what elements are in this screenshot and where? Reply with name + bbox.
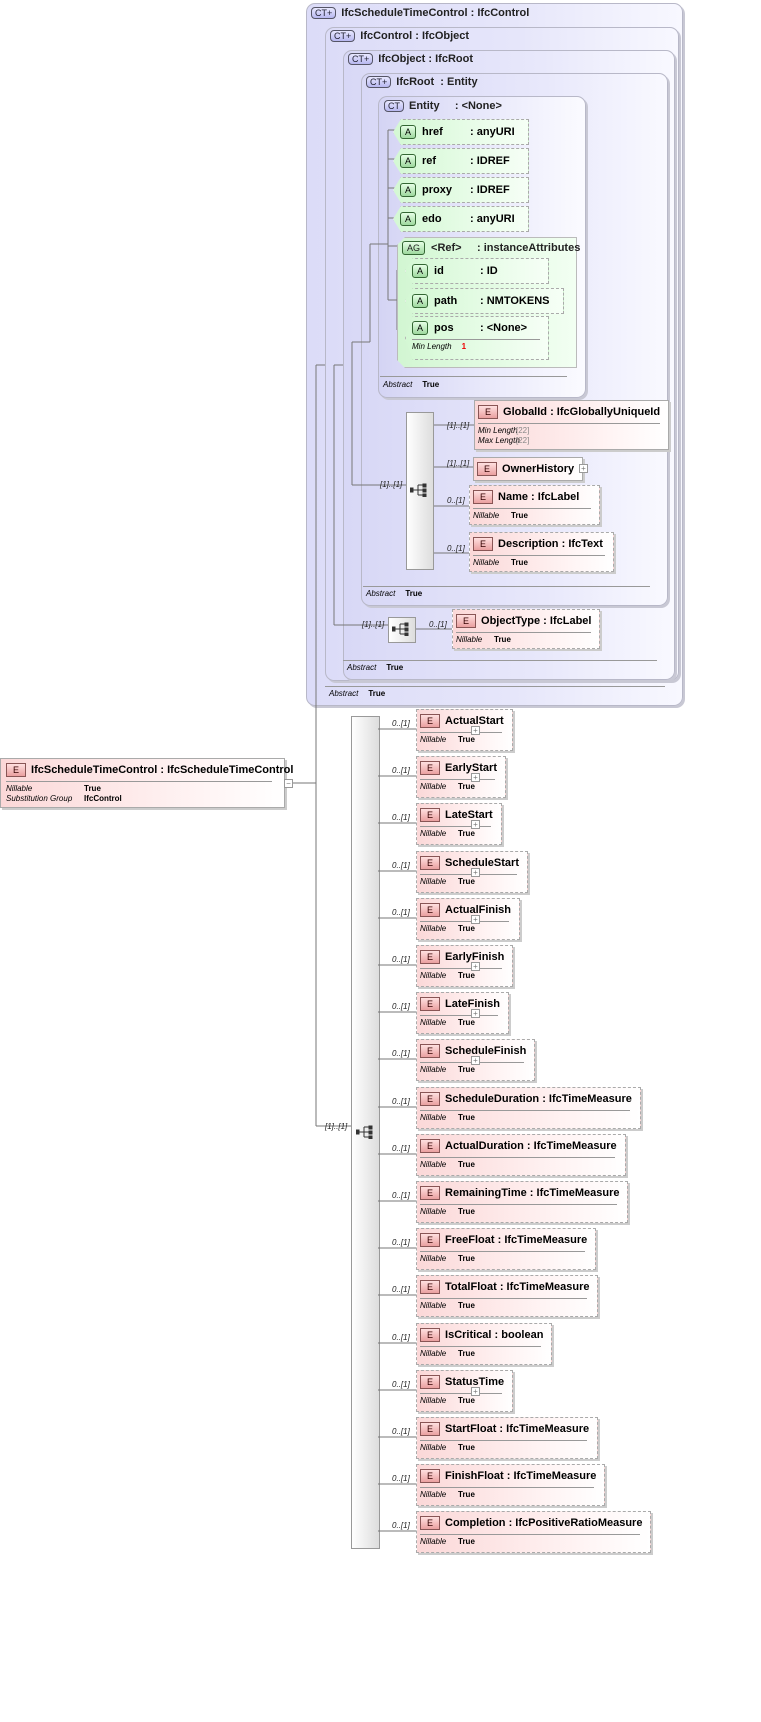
element-latestart[interactable]: E LateStart Nillable True	[416, 803, 502, 845]
element-actualstart[interactable]: E ActualStart Nillable True	[416, 709, 513, 751]
element-icon: E	[420, 1422, 441, 1437]
element-remainingtime[interactable]: E RemainingTime : IfcTimeMeasure Nillable T…	[416, 1181, 629, 1223]
element-iscritical[interactable]: E IsCritical : boolean Nillable True	[416, 1323, 553, 1365]
expand-toggle-icon[interactable]: +	[471, 773, 480, 782]
element-icon: E	[420, 1233, 441, 1248]
expand-toggle-icon[interactable]: +	[471, 868, 480, 877]
element-icon: E	[420, 1044, 441, 1059]
element-icon: E	[420, 1375, 441, 1390]
element-icon: E	[420, 1469, 441, 1484]
element-earlystart[interactable]: E EarlyStart Nillable True	[416, 756, 506, 798]
abstract-property: Abstract True	[347, 663, 404, 672]
cardinality-label: 0..[1]	[392, 1474, 410, 1483]
cardinality-label: 0..[1]	[392, 908, 410, 917]
element-totalfloat[interactable]: E TotalFloat : IfcTimeMeasure Nillable True	[416, 1275, 599, 1317]
element-actualfinish[interactable]: E ActualFinish Nillable True	[416, 898, 521, 940]
element-icon: E	[420, 1280, 441, 1295]
cardinality-label: 0..[1]	[392, 1191, 410, 1200]
element-freefloat[interactable]: E FreeFloat : IfcTimeMeasure Nillable True	[416, 1228, 597, 1270]
element-icon: E	[420, 714, 441, 729]
element-icon: E	[420, 903, 441, 918]
element-statustime[interactable]: E StatusTime Nillable True	[416, 1370, 514, 1412]
element-icon: E	[420, 1139, 441, 1154]
cardinality-label: 0..[1]	[392, 766, 410, 775]
root-element-ifcscheduletimecontrol[interactable]: E IfcScheduleTimeControl : IfcScheduleTim…	[0, 758, 293, 808]
sequence-connector-lines	[378, 728, 416, 1532]
collapse-toggle-icon[interactable]: −	[284, 779, 293, 788]
cardinality-label: 0..[1]	[392, 1521, 410, 1530]
element-startfloat[interactable]: E StartFloat : IfcTimeMeasure Nillable True	[416, 1417, 599, 1459]
cardinality-label: 0..[1]	[392, 1427, 410, 1436]
cardinality-label: 0..[1]	[392, 1049, 410, 1058]
cardinality-label: 0..[1]	[392, 861, 410, 870]
expand-toggle-icon[interactable]: +	[471, 962, 480, 971]
abstract-property: Abstract True	[329, 689, 386, 698]
cardinality-label: 0..[1]	[392, 1333, 410, 1342]
element-actualduration[interactable]: E ActualDuration : IfcTimeMeasure Nillable…	[416, 1134, 626, 1176]
cardinality-label: 0..[1]	[392, 1144, 410, 1153]
expand-toggle-icon[interactable]: +	[471, 1056, 480, 1065]
cardinality-label: 0..[1]	[392, 1238, 410, 1247]
element-icon: E	[420, 1516, 441, 1531]
element-completion[interactable]: E Completion : IfcPositiveRatioMeasure Nil…	[416, 1511, 652, 1553]
expand-toggle-icon[interactable]: +	[471, 726, 480, 735]
element-scheduleduration[interactable]: E ScheduleDuration : IfcTimeMeasure Nillab…	[416, 1087, 641, 1129]
abstract-property: Abstract True	[383, 380, 440, 389]
abstract-property: Abstract True	[366, 589, 423, 598]
cardinality-label: 0..[1]	[392, 1002, 410, 1011]
element-icon: E	[6, 763, 27, 778]
element-latefinish[interactable]: E LateFinish Nillable True	[416, 992, 510, 1034]
cardinality-label: 0..[1]	[392, 1380, 410, 1389]
element-icon: E	[420, 950, 441, 965]
element-icon: E	[420, 1092, 441, 1107]
expand-toggle-icon[interactable]: +	[471, 915, 480, 924]
cardinality-label: 0..[1]	[392, 813, 410, 822]
element-icon: E	[420, 997, 441, 1012]
expand-toggle-icon[interactable]: +	[471, 1009, 480, 1018]
element-finishfloat[interactable]: E FinishFloat : IfcTimeMeasure Nillable Tru…	[416, 1464, 606, 1506]
cardinality-label: 0..[1]	[392, 719, 410, 728]
expand-toggle-icon[interactable]: +	[471, 1387, 480, 1396]
element-icon: E	[420, 761, 441, 776]
element-icon: E	[420, 856, 441, 871]
cardinality-label: 0..[1]	[392, 1285, 410, 1294]
element-icon: E	[420, 1328, 441, 1343]
element-earlyfinish[interactable]: E EarlyFinish Nillable True	[416, 945, 514, 987]
cardinality-label: 0..[1]	[392, 1097, 410, 1106]
element-icon: E	[420, 1186, 441, 1201]
element-icon: E	[420, 808, 441, 823]
expand-toggle-icon[interactable]: +	[471, 820, 480, 829]
cardinality-label: 0..[1]	[392, 955, 410, 964]
